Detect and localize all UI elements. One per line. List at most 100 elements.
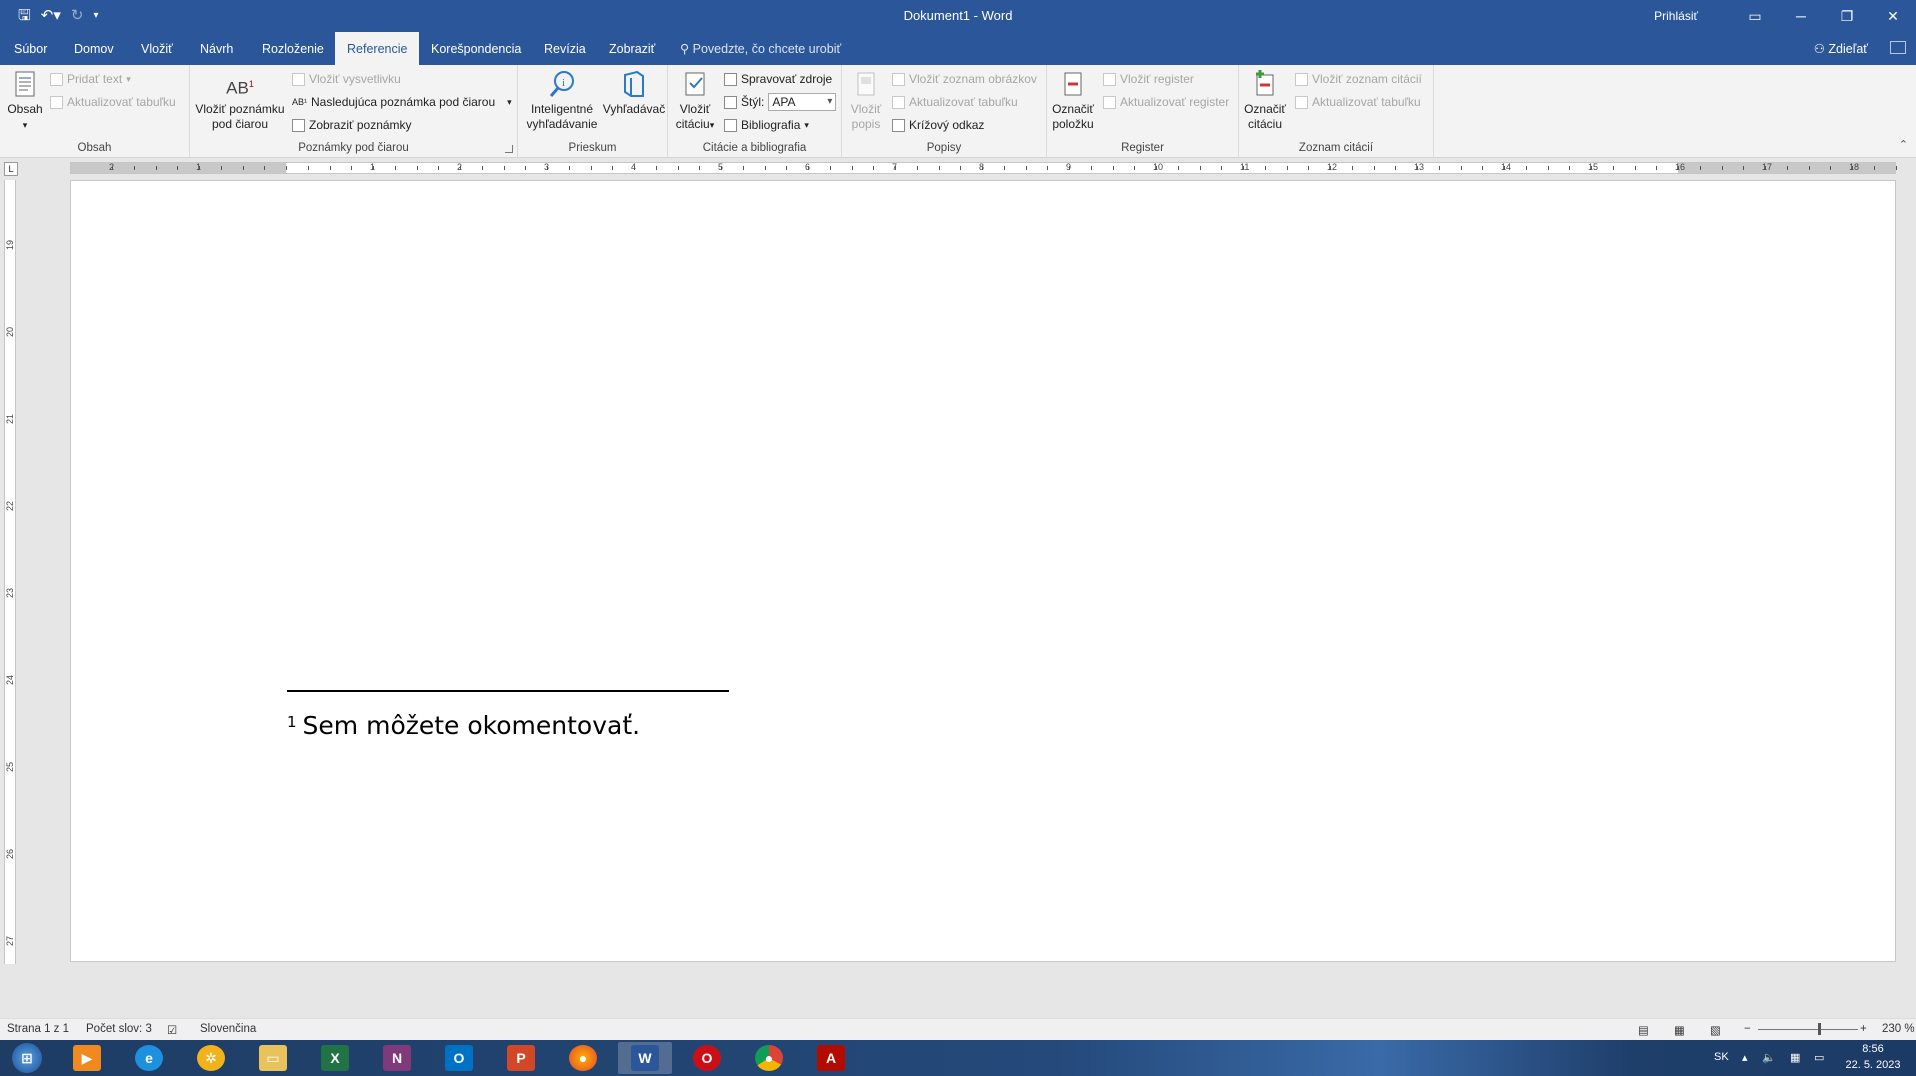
tab-navrh[interactable]: Návrh (188, 32, 245, 65)
update-index-button[interactable]: Aktualizovať register (1103, 94, 1229, 110)
taskbar-onenote[interactable]: N (370, 1042, 424, 1074)
collapse-ribbon-icon[interactable]: ⌃ (1899, 138, 1908, 151)
insert-footnote-button[interactable]: AB1 Vložiť poznámku pod čiarou (194, 69, 286, 132)
insert-table-of-figures-button[interactable]: Vložiť zoznam obrázkov (892, 71, 1037, 87)
tab-domov[interactable]: Domov (62, 32, 126, 65)
clock-date[interactable]: 22. 5. 2023 (1838, 1059, 1908, 1071)
mark-entry-button[interactable]: Označiť položku (1051, 69, 1095, 132)
bibliography-button[interactable]: Bibliografia ▾ (724, 117, 809, 133)
action-center-icon[interactable]: ▭ (1814, 1051, 1824, 1064)
tab-korespondencia[interactable]: Korešpondencia (419, 32, 533, 65)
tab-rozlozenie[interactable]: Rozloženie (250, 32, 336, 65)
taskbar-word[interactable]: W (618, 1042, 672, 1074)
ruler-number: 16 (1675, 162, 1686, 172)
ruler-number: 12 (1327, 162, 1338, 172)
taskbar-excel[interactable]: X (308, 1042, 362, 1074)
start-button[interactable]: ⊞ (0, 1042, 54, 1074)
tab-zobrazit[interactable]: Zobraziť (597, 32, 667, 65)
minimize-button[interactable]: ─ (1778, 0, 1824, 32)
ruler-tick (155, 166, 157, 170)
zoom-slider[interactable] (1758, 1029, 1858, 1030)
mark-citation-button[interactable]: Označiť citáciu (1243, 69, 1287, 132)
taskbar-firefox[interactable]: ● (556, 1042, 610, 1074)
style-select[interactable]: Štýl: APA (724, 93, 837, 111)
taskbar-file-explorer[interactable]: ▭ (246, 1042, 300, 1074)
restore-button[interactable]: ❐ (1824, 0, 1870, 32)
clock-time[interactable]: 8:56 (1838, 1043, 1908, 1055)
word-count[interactable]: Počet slov: 3 (86, 1023, 152, 1035)
taskbar-app[interactable]: ✲ (184, 1042, 238, 1074)
vertical-ruler[interactable]: 19 20 21 22 23 24 25 26 27 (4, 180, 16, 964)
researcher-button[interactable]: Vyhľadávač (602, 69, 666, 117)
group-index: Označiť položku Vložiť register Aktualiz… (1047, 65, 1239, 158)
share-button[interactable]: ⚇ Zdieľať (1814, 32, 1868, 66)
insert-table-of-authorities-button[interactable]: Vložiť zoznam citácií (1295, 71, 1422, 87)
ruler-tick (1547, 166, 1549, 170)
insert-endnote-button[interactable]: Vložiť vysvetlivku (292, 71, 401, 87)
taskbar-outlook[interactable]: O (432, 1042, 486, 1074)
footnote-text[interactable]: Sem môžete okomentovať. (303, 711, 641, 740)
vertical-ruler-number: 24 (5, 674, 15, 685)
volume-icon[interactable]: 🔈 (1762, 1051, 1776, 1064)
footnote[interactable]: 1 Sem môžete okomentovať. (287, 711, 640, 740)
next-footnote-button[interactable]: AB¹ Nasledujúca poznámka pod čiarou ▾ (292, 94, 512, 110)
insert-caption-button[interactable]: Vložiť popis (846, 69, 886, 132)
show-hidden-icons-icon[interactable]: ▴ (1742, 1051, 1748, 1064)
zoom-level[interactable]: 230 % (1882, 1023, 1915, 1035)
zoom-in-button[interactable]: + (1860, 1023, 1867, 1035)
table-of-contents-button[interactable]: Obsah ▾ (6, 69, 44, 133)
update-table-button[interactable]: Aktualizovať tabuľku (50, 94, 176, 110)
ruler-tick (503, 166, 505, 170)
proofing-icon[interactable]: ☑ (167, 1023, 177, 1037)
tab-vlozit[interactable]: Vložiť (129, 32, 185, 65)
taskbar-powerpoint[interactable]: P (494, 1042, 548, 1074)
manage-sources-button[interactable]: Spravovať zdroje (724, 71, 832, 87)
add-text-button[interactable]: Pridať text ▾ (50, 71, 131, 87)
group-research: i Inteligentné vyhľadávanie Vyhľadávač P… (518, 65, 668, 158)
ruler-tick (1112, 166, 1114, 170)
internet-explorer-icon: e (135, 1045, 163, 1071)
ruler-tick (1873, 166, 1875, 170)
update-authorities-button[interactable]: Aktualizovať tabuľku (1295, 94, 1421, 110)
taskbar-internet-explorer[interactable]: e (122, 1042, 176, 1074)
update-figures-table-button[interactable]: Aktualizovať tabuľku (892, 94, 1018, 110)
comments-icon[interactable] (1890, 41, 1906, 54)
smart-lookup-button[interactable]: i Inteligentné vyhľadávanie (522, 69, 602, 132)
ribbon-display-options-icon[interactable]: ▭ (1732, 0, 1778, 32)
network-icon[interactable]: ▦ (1790, 1051, 1800, 1064)
tab-referencie[interactable]: Referencie (335, 32, 420, 65)
zoom-slider-thumb[interactable] (1818, 1023, 1821, 1035)
style-dropdown[interactable]: APA (768, 93, 837, 111)
input-language[interactable]: SK (1714, 1051, 1729, 1063)
read-mode-icon[interactable]: ▤ (1638, 1023, 1649, 1037)
tab-selector[interactable]: L (4, 162, 18, 176)
cross-reference-button[interactable]: Krížový odkaz (892, 117, 984, 133)
print-layout-icon[interactable]: ▦ (1674, 1023, 1685, 1037)
tell-me-box[interactable]: ⚲ Povedzte, čo chcete urobiť (680, 32, 841, 66)
language[interactable]: Slovenčina (200, 1023, 256, 1035)
insert-citation-label-2: citáciu (675, 117, 710, 131)
ruler-tick (329, 166, 331, 170)
zoom-out-button[interactable]: − (1744, 1023, 1751, 1035)
web-layout-icon[interactable]: ▧ (1710, 1023, 1721, 1037)
page-count[interactable]: Strana 1 z 1 (7, 1023, 69, 1035)
document-title: Dokument1 - Word (903, 8, 1013, 23)
sign-in-link[interactable]: Prihlásiť (1654, 9, 1698, 23)
insert-index-button[interactable]: Vložiť register (1103, 71, 1194, 87)
show-notes-button[interactable]: Zobraziť poznámky (292, 117, 412, 133)
dialog-launcher-icon[interactable] (505, 145, 513, 153)
horizontal-ruler[interactable]: 21123456789101112131415161718 (70, 162, 1897, 174)
excel-icon: X (321, 1045, 349, 1071)
taskbar-opera[interactable]: O (680, 1042, 734, 1074)
taskbar-acrobat[interactable]: A (804, 1042, 858, 1074)
close-button[interactable]: ✕ (1870, 0, 1916, 32)
ruler-tick (1786, 166, 1788, 170)
ruler-tick (1308, 166, 1310, 170)
taskbar-media-player[interactable]: ▶ (60, 1042, 114, 1074)
powerpoint-icon: P (507, 1045, 535, 1071)
insert-citation-button[interactable]: Vložiť citáciu▾ (672, 69, 718, 133)
tab-revizia[interactable]: Revízia (532, 32, 598, 65)
taskbar-chrome[interactable]: ● (742, 1042, 796, 1074)
tab-subor[interactable]: Súbor (2, 32, 59, 65)
document-page[interactable]: 1 Sem môžete okomentovať. (70, 180, 1896, 962)
